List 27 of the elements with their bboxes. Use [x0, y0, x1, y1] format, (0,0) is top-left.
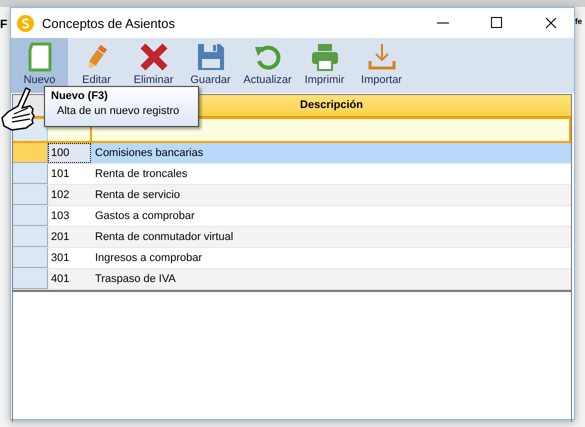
x-icon: [138, 41, 170, 73]
table-cell: Comisiones bancarias: [91, 143, 571, 163]
table-cell-text: 103: [50, 209, 70, 224]
app-logo-icon: [17, 14, 34, 32]
table-cell-text: 401: [50, 272, 70, 287]
table-cell-text: Traspaso de IVA: [94, 272, 177, 287]
table-cell-text: Renta de troncales: [94, 167, 188, 182]
toolbar-button[interactable]: Actualizar: [239, 38, 296, 93]
table-cell-text: Gastos a comprobar: [94, 209, 196, 224]
tooltip-text: Alta de un nuevo registro: [56, 105, 180, 117]
window-title: Conceptos de Asientos: [42, 16, 176, 30]
close-icon: [545, 17, 557, 29]
toolbar-button[interactable]: Imprimir: [296, 38, 353, 93]
background-text: F: [0, 17, 8, 31]
table-cell-text: 102: [50, 188, 70, 203]
tooltip-title: Nuevo (F3): [51, 90, 109, 102]
toolbar-button[interactable]: Eliminar: [125, 38, 182, 93]
background-text: fe: [575, 17, 582, 26]
table-cell-text: 101: [50, 167, 70, 182]
toolbar-button[interactable]: Importar: [353, 38, 410, 93]
table-cell-text: Renta de conmutador virtual: [94, 230, 234, 245]
table-cell-text: 301: [50, 251, 70, 266]
table-cell-text: Ingresos a comprobar: [94, 251, 203, 266]
table-cell-text: 201: [50, 230, 70, 245]
maximize-icon: [491, 17, 503, 29]
table-cell: 100: [48, 143, 91, 163]
table-cell-text: Renta de servicio: [94, 188, 181, 203]
